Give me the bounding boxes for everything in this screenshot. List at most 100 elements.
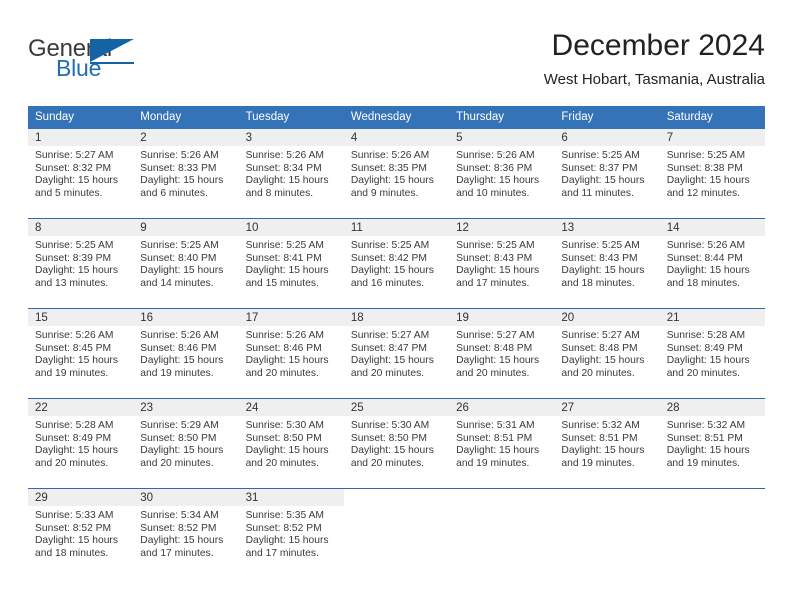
calendar-day-cell[interactable]: 20 Sunrise: 5:27 AM Sunset: 8:48 PM Dayligh… <box>554 308 660 399</box>
calendar-day-cell[interactable]: 24 Sunrise: 5:30 AM Sunset: 8:50 PM Dayligh… <box>238 398 344 489</box>
sunset-text: Sunset: 8:52 PM <box>245 522 322 534</box>
calendar-day-cell[interactable]: 27 Sunrise: 5:32 AM Sunset: 8:51 PM Dayligh… <box>554 398 660 489</box>
sunrise-text: Sunrise: 5:33 AM <box>35 510 114 521</box>
sunset-text: Sunset: 8:52 PM <box>140 522 217 534</box>
daylight-text: Daylight: 15 hours and 10 minutes. <box>456 175 540 199</box>
day-info: Sunrise: 5:34 AM Sunset: 8:52 PM Daylight:… <box>133 506 238 560</box>
day-number: 2 <box>133 129 239 146</box>
calendar-day-cell[interactable]: 23 Sunrise: 5:29 AM Sunset: 8:50 PM Dayligh… <box>133 398 239 489</box>
sunset-text: Sunset: 8:46 PM <box>245 342 322 354</box>
sunset-text: Sunset: 8:50 PM <box>245 432 322 444</box>
day-info: Sunrise: 5:33 AM Sunset: 8:52 PM Daylight:… <box>28 506 133 560</box>
day-cell-inner: 7 Sunrise: 5:25 AM Sunset: 8:38 PM Daylight… <box>659 129 765 218</box>
daylight-text: Daylight: 15 hours and 17 minutes. <box>140 535 224 559</box>
general-blue-logo[interactable]: General Blue <box>28 36 158 84</box>
day-number: 24 <box>238 399 344 416</box>
day-number <box>344 489 449 506</box>
calendar-day-cell[interactable]: 4 Sunrise: 5:26 AM Sunset: 8:35 PM Daylight… <box>343 129 450 219</box>
daylight-text: Daylight: 15 hours and 14 minutes. <box>140 265 224 289</box>
day-info: Sunrise: 5:25 AM Sunset: 8:40 PM Daylight:… <box>133 236 238 290</box>
sunset-text: Sunset: 8:47 PM <box>350 342 427 354</box>
calendar-day-cell[interactable]: 5 Sunrise: 5:26 AM Sunset: 8:36 PM Daylight… <box>449 129 555 219</box>
calendar-day-cell[interactable]: 18 Sunrise: 5:27 AM Sunset: 8:47 PM Dayligh… <box>343 308 450 399</box>
calendar-day-cell[interactable]: 22 Sunrise: 5:28 AM Sunset: 8:49 PM Dayligh… <box>28 398 134 489</box>
daylight-text: Daylight: 15 hours and 17 minutes. <box>245 535 329 559</box>
day-info: Sunrise: 5:26 AM Sunset: 8:45 PM Daylight:… <box>28 326 133 380</box>
sunrise-text: Sunrise: 5:25 AM <box>561 240 640 251</box>
daylight-text: Daylight: 15 hours and 20 minutes. <box>666 355 750 379</box>
sunrise-text: Sunrise: 5:25 AM <box>35 240 114 251</box>
day-cell-inner: 29 Sunrise: 5:33 AM Sunset: 8:52 PM Dayligh… <box>28 489 134 578</box>
day-info: Sunrise: 5:25 AM Sunset: 8:39 PM Daylight:… <box>28 236 133 290</box>
calendar-day-cell[interactable]: 30 Sunrise: 5:34 AM Sunset: 8:52 PM Dayligh… <box>133 488 239 578</box>
sunrise-text: Sunrise: 5:31 AM <box>456 420 535 431</box>
sunset-text: Sunset: 8:50 PM <box>140 432 217 444</box>
day-info: Sunrise: 5:32 AM Sunset: 8:51 PM Daylight:… <box>554 416 659 470</box>
logo-text-blue: Blue <box>56 55 102 81</box>
day-number: 18 <box>343 309 450 326</box>
sunset-text: Sunset: 8:46 PM <box>140 342 217 354</box>
sunrise-text: Sunrise: 5:25 AM <box>140 240 219 251</box>
calendar-day-cell[interactable]: 2 Sunrise: 5:26 AM Sunset: 8:33 PM Daylight… <box>133 129 239 219</box>
calendar-day-cell[interactable]: 16 Sunrise: 5:26 AM Sunset: 8:46 PM Dayligh… <box>133 308 239 399</box>
calendar-day-cell[interactable]: 29 Sunrise: 5:33 AM Sunset: 8:52 PM Dayligh… <box>28 488 134 578</box>
calendar-day-cell <box>554 488 660 578</box>
day-cell-inner: 20 Sunrise: 5:27 AM Sunset: 8:48 PM Dayligh… <box>554 309 660 398</box>
sunset-text: Sunset: 8:41 PM <box>245 252 322 264</box>
calendar-day-cell[interactable]: 21 Sunrise: 5:28 AM Sunset: 8:49 PM Dayligh… <box>659 308 765 399</box>
calendar-day-cell[interactable]: 9 Sunrise: 5:25 AM Sunset: 8:40 PM Daylight… <box>133 218 239 309</box>
calendar-day-cell[interactable]: 28 Sunrise: 5:32 AM Sunset: 8:51 PM Dayligh… <box>659 398 765 489</box>
calendar-week-row: 29 Sunrise: 5:33 AM Sunset: 8:52 PM Dayligh… <box>28 488 765 578</box>
day-cell-inner: 6 Sunrise: 5:25 AM Sunset: 8:37 PM Daylight… <box>554 129 660 218</box>
calendar-day-cell[interactable]: 17 Sunrise: 5:26 AM Sunset: 8:46 PM Dayligh… <box>238 308 344 399</box>
calendar-day-cell[interactable]: 12 Sunrise: 5:25 AM Sunset: 8:43 PM Dayligh… <box>449 218 555 309</box>
calendar-day-cell[interactable]: 19 Sunrise: 5:27 AM Sunset: 8:48 PM Dayligh… <box>449 308 555 399</box>
calendar-day-cell[interactable]: 15 Sunrise: 5:26 AM Sunset: 8:45 PM Dayligh… <box>28 308 134 399</box>
day-cell-inner <box>344 489 449 578</box>
calendar-day-cell[interactable]: 1 Sunrise: 5:27 AM Sunset: 8:32 PM Daylight… <box>28 129 134 219</box>
calendar-day-cell[interactable]: 31 Sunrise: 5:35 AM Sunset: 8:52 PM Dayligh… <box>238 488 344 578</box>
calendar-week-row: 15 Sunrise: 5:26 AM Sunset: 8:45 PM Dayligh… <box>28 308 765 399</box>
day-number: 20 <box>554 309 660 326</box>
calendar-day-cell[interactable]: 13 Sunrise: 5:25 AM Sunset: 8:43 PM Dayligh… <box>554 218 660 309</box>
sunset-text: Sunset: 8:38 PM <box>666 162 743 174</box>
day-number: 22 <box>28 399 134 416</box>
daylight-text: Daylight: 15 hours and 18 minutes. <box>666 265 750 289</box>
day-cell-inner: 26 Sunrise: 5:31 AM Sunset: 8:51 PM Dayligh… <box>449 399 555 488</box>
calendar-day-cell[interactable]: 26 Sunrise: 5:31 AM Sunset: 8:51 PM Dayligh… <box>449 398 555 489</box>
calendar-day-cell[interactable]: 10 Sunrise: 5:25 AM Sunset: 8:41 PM Dayligh… <box>238 218 344 309</box>
day-cell-inner: 19 Sunrise: 5:27 AM Sunset: 8:48 PM Dayligh… <box>449 309 555 398</box>
sunrise-text: Sunrise: 5:25 AM <box>561 150 640 161</box>
calendar-day-cell <box>659 488 765 578</box>
day-number: 29 <box>28 489 134 506</box>
calendar-day-cell[interactable]: 14 Sunrise: 5:26 AM Sunset: 8:44 PM Dayligh… <box>659 218 765 309</box>
day-cell-inner: 25 Sunrise: 5:30 AM Sunset: 8:50 PM Dayligh… <box>343 399 450 488</box>
daylight-text: Daylight: 15 hours and 17 minutes. <box>456 265 540 289</box>
calendar-day-cell[interactable]: 8 Sunrise: 5:25 AM Sunset: 8:39 PM Daylight… <box>28 218 134 309</box>
day-cell-inner: 2 Sunrise: 5:26 AM Sunset: 8:33 PM Daylight… <box>133 129 239 218</box>
sunset-text: Sunset: 8:48 PM <box>456 342 533 354</box>
daylight-text: Daylight: 15 hours and 20 minutes. <box>350 445 434 469</box>
calendar-day-cell[interactable]: 6 Sunrise: 5:25 AM Sunset: 8:37 PM Daylight… <box>554 129 660 219</box>
daylight-text: Daylight: 15 hours and 13 minutes. <box>35 265 118 289</box>
day-cell-inner: 11 Sunrise: 5:25 AM Sunset: 8:42 PM Dayligh… <box>343 219 450 308</box>
sunset-text: Sunset: 8:49 PM <box>35 432 112 444</box>
day-cell-inner: 10 Sunrise: 5:25 AM Sunset: 8:41 PM Dayligh… <box>238 219 344 308</box>
sunset-text: Sunset: 8:40 PM <box>140 252 217 264</box>
title-block: December 2024 West Hobart, Tasmania, Aus… <box>544 28 765 91</box>
calendar-day-cell[interactable]: 11 Sunrise: 5:25 AM Sunset: 8:42 PM Dayligh… <box>343 218 450 309</box>
daylight-text: Daylight: 15 hours and 16 minutes. <box>350 265 434 289</box>
calendar-day-cell[interactable]: 3 Sunrise: 5:26 AM Sunset: 8:34 PM Daylight… <box>238 129 344 219</box>
day-info: Sunrise: 5:25 AM Sunset: 8:43 PM Daylight:… <box>449 236 554 290</box>
calendar-day-cell[interactable]: 25 Sunrise: 5:30 AM Sunset: 8:50 PM Dayligh… <box>343 398 450 489</box>
day-cell-inner: 13 Sunrise: 5:25 AM Sunset: 8:43 PM Dayligh… <box>554 219 660 308</box>
daylight-text: Daylight: 15 hours and 19 minutes. <box>35 355 118 379</box>
daylight-text: Daylight: 15 hours and 20 minutes. <box>456 355 540 379</box>
day-number: 25 <box>343 399 450 416</box>
day-cell-inner: 30 Sunrise: 5:34 AM Sunset: 8:52 PM Dayligh… <box>133 489 239 578</box>
day-cell-inner: 8 Sunrise: 5:25 AM Sunset: 8:39 PM Daylight… <box>28 219 134 308</box>
weekday-header-sunday: Sunday <box>28 106 134 129</box>
daylight-text: Daylight: 15 hours and 8 minutes. <box>245 175 329 199</box>
calendar-day-cell[interactable]: 7 Sunrise: 5:25 AM Sunset: 8:38 PM Daylight… <box>659 129 765 219</box>
sunset-text: Sunset: 8:32 PM <box>35 162 112 174</box>
